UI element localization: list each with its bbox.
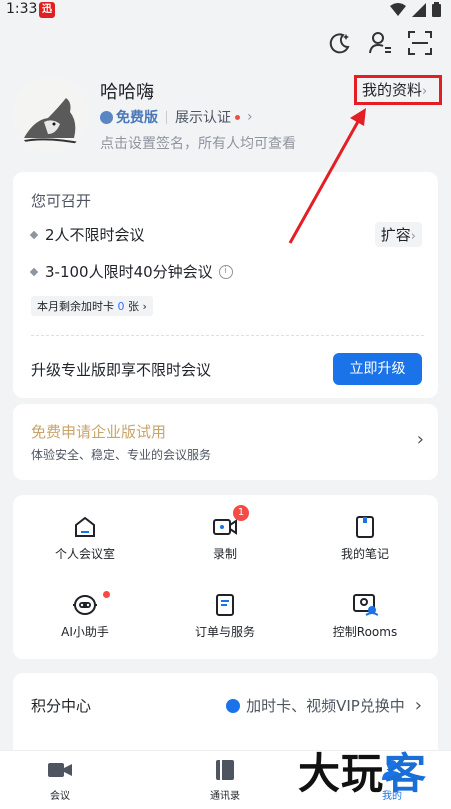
recording-item[interactable]: 1 录制: [155, 505, 295, 562]
chevron-right-icon: ›: [414, 695, 422, 716]
item-label: 我的笔记: [340, 547, 389, 561]
certify-link[interactable]: 展示认证: [175, 107, 231, 127]
tab-contacts[interactable]: 通讯录: [175, 759, 275, 802]
status-bar: 1:33 迅: [0, 0, 451, 22]
plan-icon: [100, 110, 113, 124]
ai-assistant-item[interactable]: AI小助手: [15, 591, 155, 640]
feature-item: 3-100人限时40分钟会议 i: [29, 261, 233, 282]
item-label: AI小助手: [61, 625, 109, 639]
meeting-capacity-card: 您可召开 2人不限时会议 扩容› 3-100人限时40分钟会议 i 本月剩余加时…: [13, 172, 438, 398]
notification-dot: [103, 591, 110, 598]
system-icons: [390, 2, 441, 17]
item-label: 控制Rooms: [332, 625, 398, 639]
expand-button[interactable]: 扩容›: [374, 222, 422, 247]
item-label: 订单与服务: [194, 625, 255, 639]
promo-label: 加时卡、视频VIP兑换中: [246, 697, 405, 715]
notes-item[interactable]: 我的笔记: [295, 515, 435, 562]
certify-dot: [235, 114, 240, 120]
points-icon: [226, 698, 241, 713]
scan-icon[interactable]: [407, 30, 433, 56]
divider: [31, 335, 424, 336]
watermark: 大玩客: [298, 740, 427, 801]
upgrade-button[interactable]: 立即升级: [333, 353, 422, 385]
tools-grid-card: 个人会议室 1 录制 我的笔记 AI小助手 订单与服务 控制Rooms: [13, 495, 438, 659]
signature-hint[interactable]: 点击设置签名，所有人均可查看: [100, 133, 296, 153]
address-book-icon: [216, 760, 234, 780]
enterprise-subtitle: 体验安全、稳定、专业的会议服务: [31, 448, 212, 462]
video-camera-icon: [48, 763, 72, 777]
chevron-right-icon: ›: [139, 300, 147, 313]
addtime-prefix: 本月剩余加时卡: [37, 300, 114, 313]
chevron-right-icon: ›: [410, 229, 416, 244]
rooms-control-icon: [353, 594, 378, 616]
expand-label: 扩容: [380, 226, 411, 244]
watermark-text: 大玩: [298, 749, 385, 798]
wifi-icon: [390, 2, 406, 16]
item-label: 个人会议室: [54, 547, 115, 561]
feature-label: 3-100人限时40分钟会议: [45, 263, 213, 281]
robot-icon: [73, 595, 97, 615]
recording-badge: 1: [233, 505, 249, 521]
notification-icon: 迅: [39, 2, 55, 18]
tab-meeting[interactable]: 会议: [10, 759, 110, 802]
chevron-right-icon: ›: [422, 84, 428, 99]
watermark-text-accent: 客: [384, 749, 428, 798]
user-name: 哈哈嗨: [100, 82, 154, 103]
points-title: 积分中心: [31, 697, 92, 715]
plan-badge[interactable]: 免费版: [100, 107, 158, 127]
rooms-item[interactable]: 控制Rooms: [295, 593, 435, 640]
card-title: 您可召开: [31, 192, 92, 210]
document-icon: [216, 594, 234, 616]
battery-icon: [432, 2, 441, 17]
upgrade-text: 升级专业版即享不限时会议: [31, 361, 212, 379]
person-settings-icon[interactable]: [367, 30, 393, 56]
chevron-right-icon: ›: [247, 109, 253, 125]
personal-room-item[interactable]: 个人会议室: [15, 515, 155, 562]
chevron-right-icon: ›: [416, 429, 424, 450]
orders-item[interactable]: 订单与服务: [155, 593, 295, 640]
enterprise-trial-card[interactable]: 免费申请企业版试用 体验安全、稳定、专业的会议服务 ›: [13, 404, 438, 480]
addtime-card-chip[interactable]: 本月剩余加时卡 0 张 ›: [31, 296, 153, 316]
house-icon: [75, 516, 95, 537]
plan-row: 免费版 展示认证 ›: [100, 107, 253, 127]
feature-label: 2人不限时会议: [45, 226, 145, 244]
signal-icon: [412, 2, 426, 17]
my-data-link[interactable]: 我的资料›: [354, 75, 442, 105]
tab-label: 会议: [50, 791, 70, 802]
tab-label: 通讯录: [210, 791, 240, 802]
profile-section: 哈哈嗨 免费版 展示认证 › 点击设置签名，所有人均可查看 我的资料›: [0, 70, 451, 160]
diamond-bullet-icon: [29, 267, 39, 276]
divider: [166, 110, 167, 124]
top-actions: [327, 30, 433, 56]
video-camera-icon: [213, 519, 237, 535]
info-icon[interactable]: i: [218, 264, 233, 279]
my-data-label: 我的资料: [362, 81, 423, 99]
plan-label: 免费版: [116, 110, 158, 126]
diamond-bullet-icon: [29, 230, 39, 239]
enterprise-title: 免费申请企业版试用: [31, 423, 167, 441]
status-time: 1:33: [6, 1, 38, 17]
addtime-count: 0: [117, 300, 125, 313]
avatar[interactable]: [14, 78, 88, 152]
addtime-suffix: 张: [128, 300, 139, 313]
feature-item: 2人不限时会议: [29, 224, 145, 245]
moon-icon[interactable]: [327, 30, 353, 56]
notebook-icon: [356, 516, 374, 538]
item-label: 录制: [212, 547, 237, 561]
points-promo: 加时卡、视频VIP兑换中 ›: [226, 695, 422, 716]
